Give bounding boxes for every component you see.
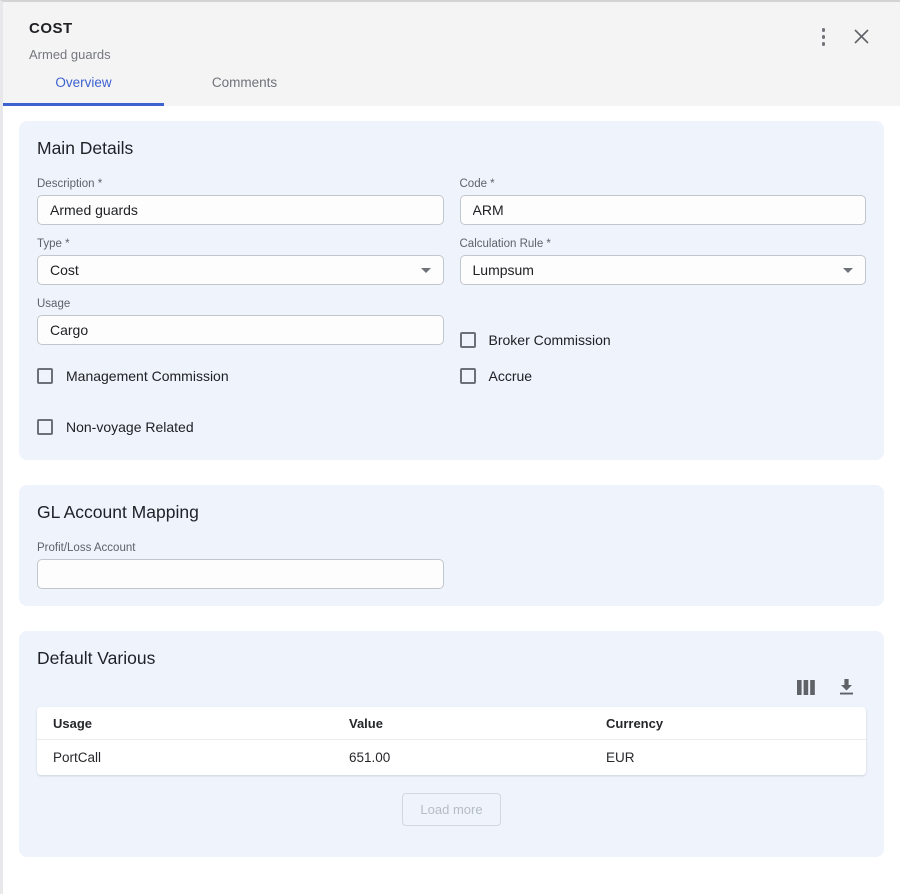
usage-label: Usage [37,298,444,310]
usage-input[interactable] [37,315,444,345]
table-row[interactable]: PortCall 651.00 EUR [37,740,866,775]
tab-comments[interactable]: Comments [164,75,325,106]
calculation-rule-label: Calculation Rule * [460,238,867,250]
description-field-group: Description * [37,178,444,225]
description-input[interactable] [37,195,444,225]
type-field-group: Type * Cost [37,238,444,285]
tab-overview[interactable]: Overview [3,75,164,106]
profit-loss-account-field-group: Profit/Loss Account [37,542,444,589]
chevron-down-icon [843,268,853,273]
table-toolbar [37,679,866,695]
default-various-card: Default Various [19,631,884,857]
description-label: Description * [37,178,444,190]
dialog-content: Main Details Description * Code * Type *… [3,106,900,869]
page-title: COST [29,20,111,37]
calculation-rule-select[interactable]: Lumpsum [460,255,867,285]
code-label: Code * [460,178,867,190]
header-titles: COST Armed guards [29,20,111,62]
page-subtitle: Armed guards [29,47,111,62]
column-header-currency: Currency [590,707,866,739]
column-header-value: Value [333,707,590,739]
type-select[interactable]: Cost [37,255,444,285]
accrue-label: Accrue [489,368,533,384]
default-various-title: Default Various [37,648,866,669]
cell-currency: EUR [590,740,866,775]
non-voyage-related-checkbox[interactable] [37,419,53,435]
main-details-card: Main Details Description * Code * Type *… [19,121,884,460]
column-header-usage: Usage [37,707,333,739]
broker-commission-row: Broker Commission [460,321,867,358]
load-more-button[interactable]: Load more [402,793,500,826]
accrue-checkbox[interactable] [460,368,476,384]
kebab-menu-icon[interactable] [818,26,830,48]
chevron-down-icon [421,268,431,273]
management-commission-label: Management Commission [66,368,229,384]
tab-bar: Overview Comments [3,75,900,106]
non-voyage-related-label: Non-voyage Related [66,419,194,435]
usage-field-group: Usage [37,298,444,345]
close-icon[interactable] [853,28,870,45]
broker-commission-checkbox[interactable] [460,332,476,348]
accrue-row: Accrue [460,368,867,384]
main-details-title: Main Details [37,138,866,159]
dialog-header: COST Armed guards Overview Comments [3,2,900,106]
calculation-rule-select-value: Lumpsum [473,262,534,278]
calculation-rule-field-group: Calculation Rule * Lumpsum [460,238,867,285]
type-select-value: Cost [50,262,79,278]
cell-value: 651.00 [333,740,590,775]
columns-icon[interactable] [797,680,815,695]
cell-usage: PortCall [37,740,333,775]
table-header-row: Usage Value Currency [37,707,866,740]
broker-commission-label: Broker Commission [489,332,611,348]
default-various-table: Usage Value Currency PortCall 651.00 EUR [37,707,866,775]
management-commission-checkbox[interactable] [37,368,53,384]
type-label: Type * [37,238,444,250]
download-icon[interactable] [839,679,854,695]
management-commission-row: Management Commission [37,368,444,384]
code-input[interactable] [460,195,867,225]
gl-account-mapping-title: GL Account Mapping [37,502,866,523]
code-field-group: Code * [460,178,867,225]
non-voyage-related-row: Non-voyage Related [37,419,444,435]
gl-account-mapping-card: GL Account Mapping Profit/Loss Account [19,485,884,606]
cost-dialog: COST Armed guards Overview Comments [0,0,900,894]
profit-loss-account-label: Profit/Loss Account [37,542,444,554]
profit-loss-account-input[interactable] [37,559,444,589]
